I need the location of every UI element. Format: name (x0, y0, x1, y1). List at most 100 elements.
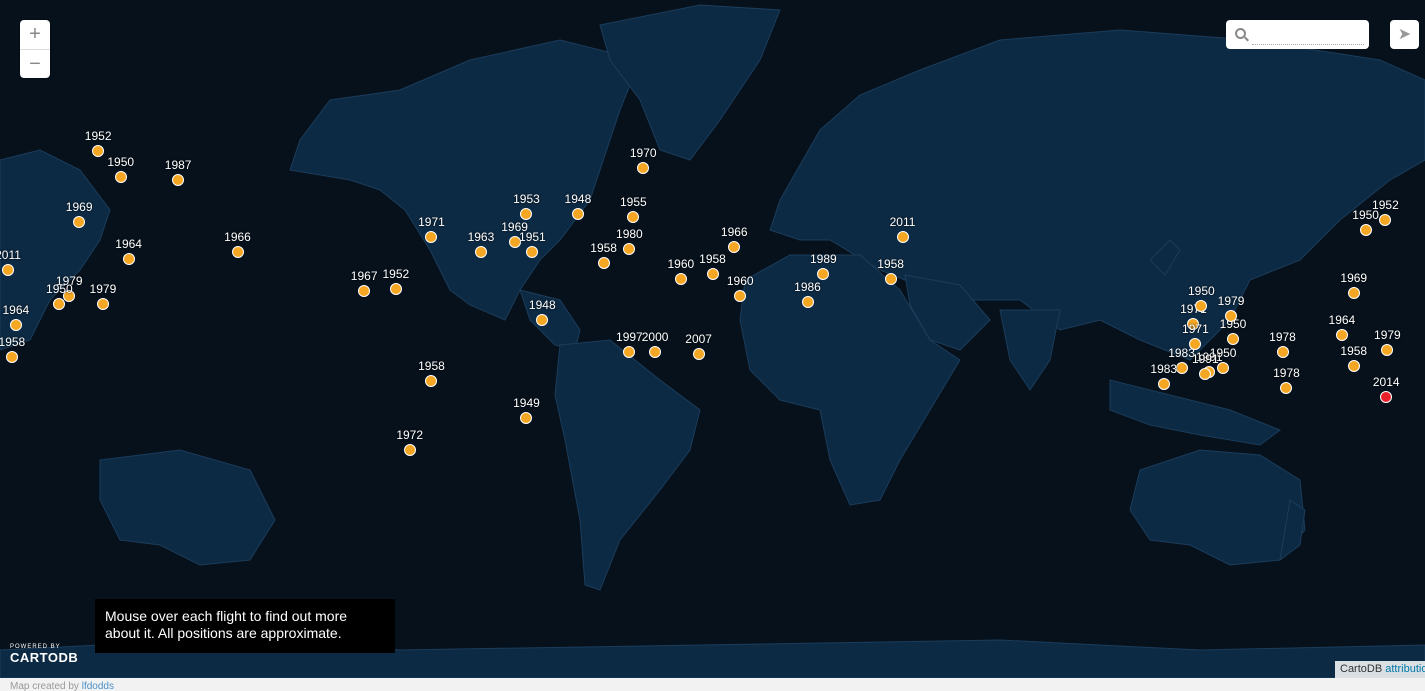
flight-marker[interactable] (122, 252, 135, 265)
flight-marker[interactable] (425, 231, 438, 244)
marker-year-label: 1979 (89, 281, 117, 296)
marker-year-label: 1971 (1182, 322, 1209, 337)
marker-year-label: 1966 (224, 229, 251, 244)
marker-year-label: 1958 (0, 335, 26, 350)
marker-year-label: 1971 (418, 215, 445, 230)
flight-marker[interactable] (474, 245, 487, 258)
marker-year-label: 1951 (519, 229, 546, 244)
flight-marker[interactable] (1335, 329, 1348, 341)
flight-marker[interactable] (1379, 213, 1392, 226)
flight-marker[interactable] (1189, 338, 1202, 351)
flight-marker[interactable] (172, 174, 185, 187)
marker-year-label: 1967 (350, 269, 378, 284)
marker-year-label: 1964 (115, 236, 142, 251)
cartodb-logo[interactable]: POWERED BY CARTODB (10, 644, 78, 665)
flight-marker[interactable] (801, 295, 814, 308)
marker-year-label: 1960 (667, 256, 695, 271)
flight-marker[interactable] (1195, 299, 1208, 312)
search-input[interactable] (1252, 26, 1364, 45)
flight-marker[interactable] (1359, 223, 1372, 236)
map-canvas[interactable]: 2014201119501952196919871964197919501966… (0, 0, 1425, 678)
search-icon (1235, 28, 1246, 39)
marker-year-label: 1958 (1340, 344, 1368, 359)
flight-marker[interactable] (53, 297, 66, 310)
search-box (1226, 20, 1369, 49)
flight-marker[interactable] (231, 245, 244, 258)
flight-marker[interactable] (1347, 360, 1360, 373)
info-box: Mouse over each flight to find out more … (95, 599, 395, 653)
flight-marker[interactable] (571, 208, 584, 221)
flight-marker[interactable] (1227, 332, 1240, 345)
flight-marker[interactable] (73, 216, 86, 229)
marker-year-label: 1960 (726, 273, 754, 288)
marker-year-label: 1978 (1273, 365, 1300, 380)
flight-marker[interactable] (1280, 381, 1293, 394)
flight-marker[interactable] (389, 283, 402, 296)
zoom-out-button[interactable]: − (20, 49, 50, 79)
flight-marker[interactable] (520, 208, 533, 221)
flight-marker[interactable] (597, 257, 610, 270)
marker-year-label: 1950 (46, 281, 73, 296)
flight-marker[interactable] (5, 351, 18, 364)
flight-marker[interactable] (1199, 367, 1212, 380)
land-layer (0, 4, 1425, 678)
flight-marker[interactable] (536, 313, 549, 326)
flight-marker[interactable] (884, 272, 897, 285)
flight-marker[interactable] (1276, 345, 1289, 358)
flight-marker[interactable] (817, 268, 830, 281)
flight-marker[interactable] (734, 289, 747, 302)
marker-year-label: 1958 (418, 358, 445, 373)
marker-year-label: 2000 (641, 329, 669, 344)
flight-marker[interactable] (92, 145, 105, 158)
zoom-in-button[interactable]: + (20, 20, 50, 49)
flight-marker[interactable] (706, 268, 719, 281)
flight-marker[interactable] (728, 240, 741, 253)
marker-year-label: 1979 (1217, 293, 1245, 308)
attribution-link[interactable]: attribution (1385, 663, 1425, 675)
basemap (0, 4, 1425, 678)
marker-year-label: 1950 (107, 155, 135, 170)
marker-year-label: 1987 (164, 158, 192, 173)
flight-marker[interactable] (623, 345, 636, 358)
flight-marker[interactable] (403, 444, 416, 457)
flight-marker[interactable] (358, 285, 371, 298)
marker-year-label: 1948 (564, 192, 592, 207)
flight-marker[interactable] (623, 243, 636, 256)
marker-year-label: 1970 (629, 145, 657, 160)
flight-marker[interactable] (1157, 378, 1170, 391)
marker-year-label: 1969 (1340, 271, 1368, 286)
flight-marker[interactable] (96, 297, 109, 310)
flight-marker[interactable] (649, 345, 662, 358)
flight-marker[interactable] (425, 374, 438, 387)
flight-marker[interactable] (9, 319, 22, 332)
share-button[interactable]: ➤ (1390, 20, 1419, 49)
flight-marker[interactable] (692, 347, 705, 360)
marker-year-label: 1948 (528, 297, 556, 312)
flight-marker[interactable] (1225, 309, 1238, 322)
attribution-prefix: CartoDB (1340, 663, 1386, 675)
paper-plane-icon: ➤ (1397, 26, 1412, 43)
marker-year-label: 1958 (590, 241, 617, 256)
flight-marker[interactable] (896, 231, 909, 244)
marker-year-label: 1986 (794, 279, 821, 294)
flight-marker[interactable] (2, 263, 14, 276)
flight-marker[interactable] (674, 272, 687, 285)
footer-bar: Map created by lfdodds (0, 678, 1425, 691)
flight-marker[interactable] (526, 245, 539, 258)
marker-year-label: 1966 (720, 224, 748, 239)
flight-marker[interactable] (637, 161, 650, 174)
flight-marker[interactable] (114, 171, 127, 184)
flight-marker[interactable] (1380, 390, 1393, 403)
marker-year-label: 1972 (396, 428, 424, 443)
flight-marker[interactable] (1381, 343, 1394, 356)
flight-marker[interactable] (1347, 287, 1360, 300)
flight-marker[interactable] (627, 210, 640, 223)
flight-marker[interactable] (520, 412, 533, 425)
marker-year-label: 1978 (1269, 329, 1296, 344)
marker-year-label: 1958 (877, 256, 904, 271)
author-link[interactable]: lfdodds (82, 681, 114, 691)
marker-year-label: 1958 (699, 252, 726, 267)
marker-year-label: 1989 (809, 252, 837, 267)
marker-year-label: 2014 (1372, 374, 1400, 389)
attribution-bar: CartoDB attribution (1335, 661, 1425, 678)
